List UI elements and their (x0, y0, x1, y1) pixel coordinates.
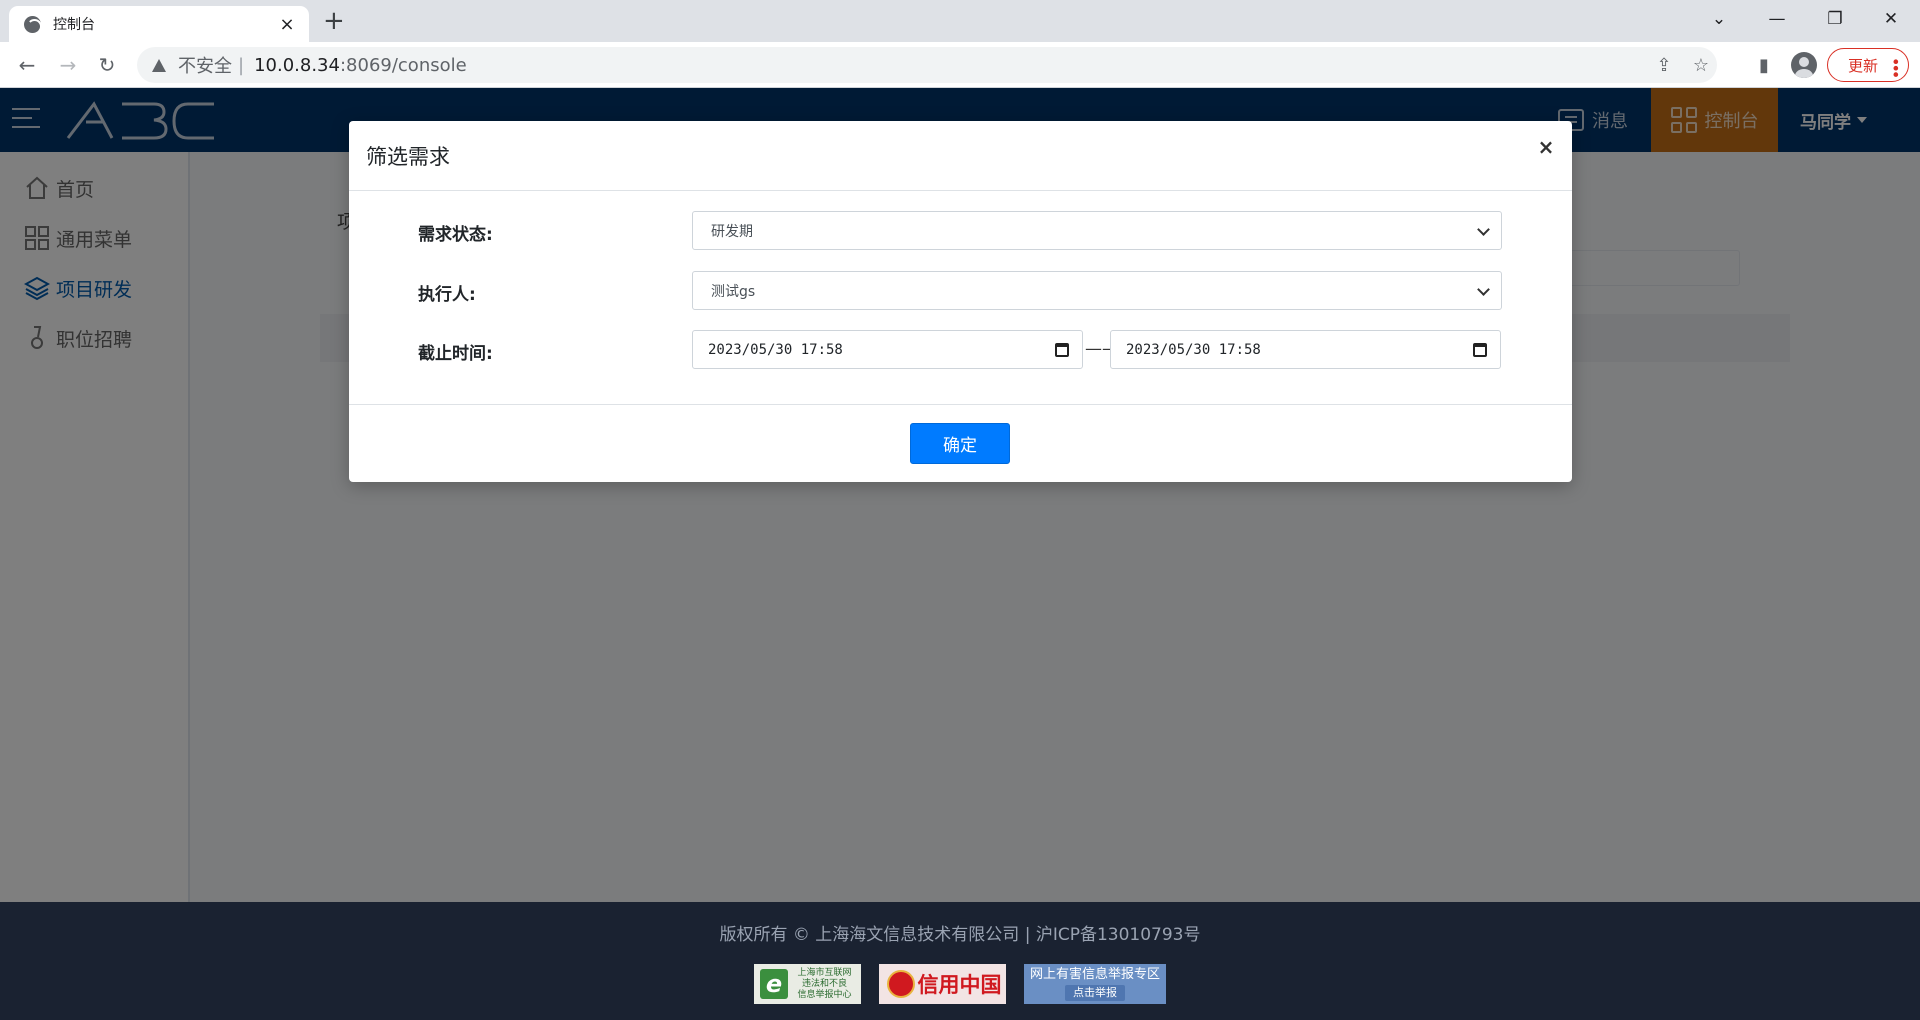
deadline-to-input[interactable]: 2023/05/30 17:58 (1110, 330, 1501, 369)
modal-title: 筛选需求 (366, 145, 450, 169)
credit-china-badge[interactable]: 信用中国 (879, 964, 1006, 1004)
chevron-down-icon (1477, 223, 1490, 236)
share-icon[interactable]: ⇪ (1649, 47, 1679, 83)
reload-button[interactable]: ↻ (93, 51, 121, 79)
status-label: 需求状态: (418, 225, 493, 245)
url-separator: | (238, 54, 245, 76)
tab-search-icon[interactable]: ⌄ (1690, 0, 1748, 38)
status-value: 研发期 (711, 223, 753, 240)
insecure-label: 不安全 (178, 56, 232, 77)
update-button[interactable]: 更新 ••• (1827, 48, 1909, 82)
url-host: 10.0.8.34 (254, 54, 340, 76)
tab-title: 控制台 (53, 17, 95, 33)
status-select[interactable]: 研发期 (692, 211, 1502, 250)
window-close-button[interactable]: ✕ (1862, 0, 1920, 38)
report-center-badge[interactable]: e 上海市互联网 违法和不良 信息举报中心 (754, 964, 861, 1004)
deadline-label: 截止时间: (418, 344, 493, 364)
address-bar[interactable]: 不安全 | 10.0.8.34 :8069/console ⇪ ☆ (137, 47, 1717, 83)
badge-line: 信息举报中心 (797, 989, 852, 1000)
assignee-value: 测试gs (711, 283, 756, 300)
assignee-label: 执行人: (418, 285, 476, 305)
tab-close-icon[interactable]: × (277, 14, 297, 35)
forward-button[interactable]: → (54, 51, 82, 79)
browser-tab-strip: 控制台 × + ⌄ — ❐ ✕ (0, 0, 1920, 42)
url-path: :8069/console (339, 54, 467, 76)
assignee-row: 执行人: 测试gs (349, 271, 1572, 311)
badge-sub: 点击举报 (1065, 985, 1125, 1001)
deadline-from-value: 2023/05/30 17:58 (708, 341, 843, 358)
harmful-info-report-badge[interactable]: 网上有害信息举报专区 点击举报 (1024, 964, 1166, 1004)
assignee-select[interactable]: 测试gs (692, 271, 1502, 310)
filter-requirements-modal: 筛选需求 × 需求状态: 研发期 执行人: 测试gs 截止时间: 2023/05… (349, 121, 1572, 482)
chevron-down-icon (1477, 283, 1490, 296)
badge-line: 上海市互联网 (797, 967, 852, 978)
new-tab-button[interactable]: + (323, 8, 345, 34)
warning-icon (152, 58, 166, 72)
deadline-row: 截止时间: 2023/05/30 17:58 —— 2023/05/30 17:… (349, 330, 1572, 370)
status-row: 需求状态: 研发期 (349, 211, 1572, 251)
restore-button[interactable]: ❐ (1806, 0, 1864, 38)
deadline-from-input[interactable]: 2023/05/30 17:58 (692, 330, 1083, 369)
copyright-text: 版权所有 © 上海海文信息技术有限公司 | 沪ICP备13010793号 (719, 925, 1201, 945)
badge-text: 信用中国 (917, 973, 1002, 997)
deadline-to-value: 2023/05/30 17:58 (1126, 341, 1261, 358)
more-icon: ••• (1886, 57, 1905, 77)
update-label: 更新 (1848, 56, 1879, 75)
close-icon[interactable]: × (1534, 135, 1558, 159)
globe-icon (24, 15, 42, 34)
confirm-button[interactable]: 确定 (910, 423, 1010, 464)
modal-header: 筛选需求 × (349, 121, 1572, 191)
calendar-icon[interactable] (1055, 343, 1069, 357)
e-report-icon: e (760, 969, 788, 999)
profile-avatar-icon[interactable] (1791, 52, 1817, 78)
badge-line: 违法和不良 (801, 978, 847, 989)
star-icon[interactable]: ☆ (1686, 47, 1716, 83)
side-panel-icon[interactable]: ▮ (1751, 52, 1777, 78)
browser-tab[interactable]: 控制台 × (9, 6, 309, 42)
modal-footer: 确定 (349, 404, 1572, 482)
badge-title: 网上有害信息举报专区 (1029, 967, 1160, 982)
minimize-button[interactable]: — (1748, 0, 1806, 38)
back-button[interactable]: ← (13, 51, 41, 79)
calendar-icon[interactable] (1473, 343, 1487, 357)
national-emblem-icon (887, 970, 915, 998)
site-footer: 版权所有 © 上海海文信息技术有限公司 | 沪ICP备13010793号 e 上… (0, 902, 1920, 1020)
browser-toolbar: ← → ↻ 不安全 | 10.0.8.34 :8069/console ⇪ ☆ … (0, 42, 1920, 88)
